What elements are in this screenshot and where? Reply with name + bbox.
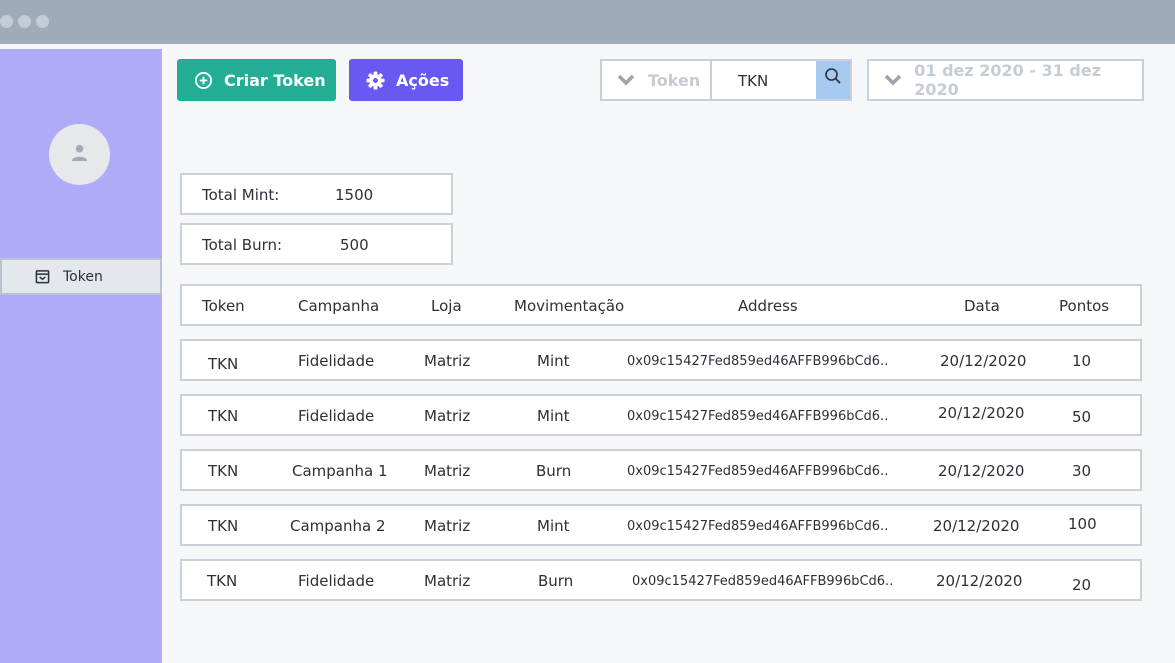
calendar-icon xyxy=(34,269,50,285)
cell-date: 20/12/2020 xyxy=(940,352,1027,370)
cell-date: 20/12/2020 xyxy=(938,404,1025,422)
column-header: Campanha xyxy=(298,297,380,315)
cell-address: 0x09c15427Fed859ed46AFFB996bCd6.. xyxy=(627,354,889,369)
cell-date: 20/12/2020 xyxy=(936,572,1023,590)
sidebar-item-token[interactable]: Token xyxy=(0,258,162,295)
cell-campaign: Campanha 2 xyxy=(290,517,386,535)
table-row[interactable]: TKN Fidelidade Matriz Burn 0x09c15427Fed… xyxy=(180,559,1142,601)
cell-campaign: Campanha 1 xyxy=(292,462,388,480)
chevron-down-icon xyxy=(883,73,902,87)
cell-movement: Burn xyxy=(538,572,574,590)
total-mint-label: Total Mint: xyxy=(202,186,280,204)
date-range-value: 01 dez 2020 - 31 dez 2020 xyxy=(914,61,1102,99)
cell-points: 100 xyxy=(1068,515,1097,533)
cell-store: Matriz xyxy=(424,572,471,590)
total-mint-value: 1500 xyxy=(335,186,374,204)
cell-movement: Mint xyxy=(537,352,570,370)
sidebar: Token xyxy=(0,49,162,663)
cell-token: TKN xyxy=(208,517,239,535)
cell-movement: Mint xyxy=(537,517,570,535)
cell-token: TKN xyxy=(207,572,238,590)
column-header: Pontos xyxy=(1059,297,1110,315)
cell-store: Matriz xyxy=(424,352,471,370)
create-token-button[interactable]: Criar Token xyxy=(177,59,336,101)
table-row[interactable]: TKN Campanha 1 Matriz Burn 0x09c15427Fed… xyxy=(180,449,1142,491)
cell-store: Matriz xyxy=(424,462,471,480)
avatar[interactable] xyxy=(49,124,110,185)
search-button[interactable] xyxy=(816,61,850,99)
total-burn-card: Total Burn: 500 xyxy=(180,223,453,265)
cell-campaign: Fidelidade xyxy=(298,572,375,590)
maximize-window-dot[interactable] xyxy=(36,15,49,28)
cell-token: TKN xyxy=(208,462,239,480)
table-row[interactable]: TKN Campanha 2 Matriz Mint 0x09c15427Fed… xyxy=(180,504,1142,546)
create-token-label: Criar Token xyxy=(224,70,326,90)
total-burn-label: Total Burn: xyxy=(202,236,283,254)
chevron-down-icon xyxy=(616,73,636,87)
token-filter-placeholder: Token xyxy=(648,70,701,90)
cell-movement: Burn xyxy=(536,462,572,480)
gear-icon xyxy=(365,70,385,90)
actions-button[interactable]: Ações xyxy=(349,59,463,101)
window-titlebar xyxy=(0,0,1175,44)
cell-token: TKN xyxy=(208,355,239,373)
actions-label: Ações xyxy=(396,70,450,90)
cell-token: TKN xyxy=(208,407,239,425)
cell-date: 20/12/2020 xyxy=(933,517,1020,535)
total-burn-value: 500 xyxy=(340,236,369,254)
column-header: Data xyxy=(964,297,1000,315)
cell-points: 10 xyxy=(1072,352,1092,370)
table-row[interactable]: TKN Fidelidade Matriz Mint 0x09c15427Fed… xyxy=(180,394,1142,436)
minimize-window-dot[interactable] xyxy=(18,15,31,28)
table-header: Token Campanha Loja Movimentação Address… xyxy=(180,284,1142,326)
column-header: Token xyxy=(202,297,245,315)
sidebar-item-label: Token xyxy=(63,268,103,285)
close-window-dot[interactable] xyxy=(0,15,13,28)
cell-campaign: Fidelidade xyxy=(298,407,375,425)
cell-points: 30 xyxy=(1072,462,1092,480)
cell-campaign: Fidelidade xyxy=(298,352,375,370)
table-row[interactable]: TKN Fidelidade Matriz Mint 0x09c15427Fed… xyxy=(180,339,1142,381)
column-header: Movimentação xyxy=(514,297,625,315)
cell-store: Matriz xyxy=(424,407,471,425)
cell-address: 0x09c15427Fed859ed46AFFB996bCd6.. xyxy=(632,574,894,589)
token-filter-input[interactable]: TKN xyxy=(738,72,768,90)
cell-address: 0x09c15427Fed859ed46AFFB996bCd6.. xyxy=(627,464,889,479)
column-header: Address xyxy=(738,297,798,315)
cell-date: 20/12/2020 xyxy=(938,462,1025,480)
cell-address: 0x09c15427Fed859ed46AFFB996bCd6.. xyxy=(627,409,889,424)
token-filter-dropdown[interactable]: Token xyxy=(602,61,712,99)
cell-points: 50 xyxy=(1072,408,1092,426)
user-icon xyxy=(71,144,88,162)
cell-points: 20 xyxy=(1072,576,1092,594)
total-mint-card: Total Mint: 1500 xyxy=(180,173,453,215)
date-range-filter[interactable]: 01 dez 2020 - 31 dez 2020 xyxy=(867,59,1144,101)
cell-address: 0x09c15427Fed859ed46AFFB996bCd6.. xyxy=(627,519,889,534)
cell-movement: Mint xyxy=(537,407,570,425)
cell-store: Matriz xyxy=(424,517,471,535)
plus-circle-icon xyxy=(193,70,213,90)
column-header: Loja xyxy=(431,297,462,315)
search-icon xyxy=(825,68,841,84)
token-filter: Token TKN xyxy=(600,59,852,101)
